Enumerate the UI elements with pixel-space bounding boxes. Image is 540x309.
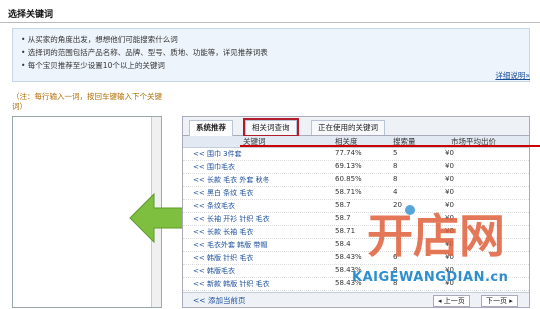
highlight-line bbox=[240, 145, 540, 147]
tab-bar: 系统推荐 相关词查询 正在使用的关键词 bbox=[183, 117, 529, 137]
next-page-button[interactable]: 下一页 ▸ bbox=[481, 295, 518, 307]
volume-cell: 8 bbox=[393, 175, 398, 183]
keyword-cell[interactable]: << 韩版 针织 毛衣 bbox=[193, 253, 253, 263]
price-cell: ¥0 bbox=[445, 175, 454, 183]
keyword-cell[interactable]: << 围巾毛衣 bbox=[193, 162, 235, 172]
tip-2: • 选择词的范围包括产品名称、品牌、型号、质地、功能等，详见推荐词表 bbox=[21, 48, 268, 57]
tip-1: • 从买家的角度出发，想想他们可能搜索什么词 bbox=[21, 35, 178, 44]
keyword-cell[interactable]: << 条纹毛衣 bbox=[193, 201, 235, 211]
price-cell: ¥0 bbox=[445, 162, 454, 170]
relevance-cell: 58.7 bbox=[335, 201, 351, 209]
keyword-cell[interactable]: << 长款 长袖 毛衣 bbox=[193, 227, 253, 237]
relevance-cell: 69.13% bbox=[335, 162, 362, 170]
prev-page-button[interactable]: ◂ 上一页 bbox=[433, 295, 470, 307]
table-footer: << 添加当前页 ◂ 上一页 下一页 ▸ bbox=[183, 292, 529, 307]
keyword-cell[interactable]: << 黑白 条纹 毛衣 bbox=[193, 188, 253, 198]
keyword-cell[interactable]: << 长袖 开衫 针织 毛衣 bbox=[193, 214, 270, 224]
table-row[interactable]: << 围巾 3件套 77.74% 5 ¥0 bbox=[183, 148, 529, 161]
svg-text:开店网: 开店网 bbox=[367, 209, 505, 263]
relevance-cell: 60.85% bbox=[335, 175, 362, 183]
relevance-cell: 58.4 bbox=[335, 240, 351, 248]
detail-link[interactable]: 详细说明» bbox=[495, 70, 530, 81]
keyword-cell[interactable]: << 毛衣外套 韩版 带帽 bbox=[193, 240, 267, 250]
input-note: （注：每行输入一词，按回车键输入下个关键词） bbox=[12, 92, 162, 111]
relevance-cell: 77.74% bbox=[335, 149, 362, 157]
watermark-url: KAIGEWANGDIAN.cn bbox=[352, 270, 509, 285]
tab-system-recommend[interactable]: 系统推荐 bbox=[189, 120, 233, 136]
arrow-left-icon bbox=[129, 192, 187, 244]
volume-cell: 5 bbox=[393, 149, 398, 157]
keyword-cell[interactable]: << 长款 毛衣 外套 秋冬 bbox=[193, 175, 270, 185]
tab-related-search[interactable]: 相关词查询 bbox=[243, 118, 299, 137]
keyword-cell[interactable]: << 韩版毛衣 bbox=[193, 266, 235, 276]
divider bbox=[0, 22, 540, 23]
relevance-cell: 58.7 bbox=[335, 214, 351, 222]
page-title: 选择关键词 bbox=[8, 10, 54, 20]
tab-in-use-keywords[interactable]: 正在使用的关键词 bbox=[311, 120, 385, 135]
add-page-button[interactable]: << 添加当前页 bbox=[193, 295, 245, 306]
table-row[interactable]: << 围巾毛衣 69.13% 8 ¥0 bbox=[183, 161, 529, 174]
keyword-cell[interactable]: << 新款 韩版 针织 毛衣 bbox=[193, 279, 270, 289]
price-cell: ¥0 bbox=[445, 149, 454, 157]
tips-box: • 从买家的角度出发，想想他们可能搜索什么词 • 选择词的范围包括产品名称、品牌… bbox=[12, 28, 530, 82]
tip-3: • 每个宝贝推荐至少设置10个以上的关键词 bbox=[21, 61, 165, 70]
table-row[interactable]: << 长款 毛衣 外套 秋冬 60.85% 8 ¥0 bbox=[183, 174, 529, 187]
volume-cell: 8 bbox=[393, 162, 398, 170]
keyword-cell[interactable]: << 围巾 3件套 bbox=[193, 149, 242, 159]
